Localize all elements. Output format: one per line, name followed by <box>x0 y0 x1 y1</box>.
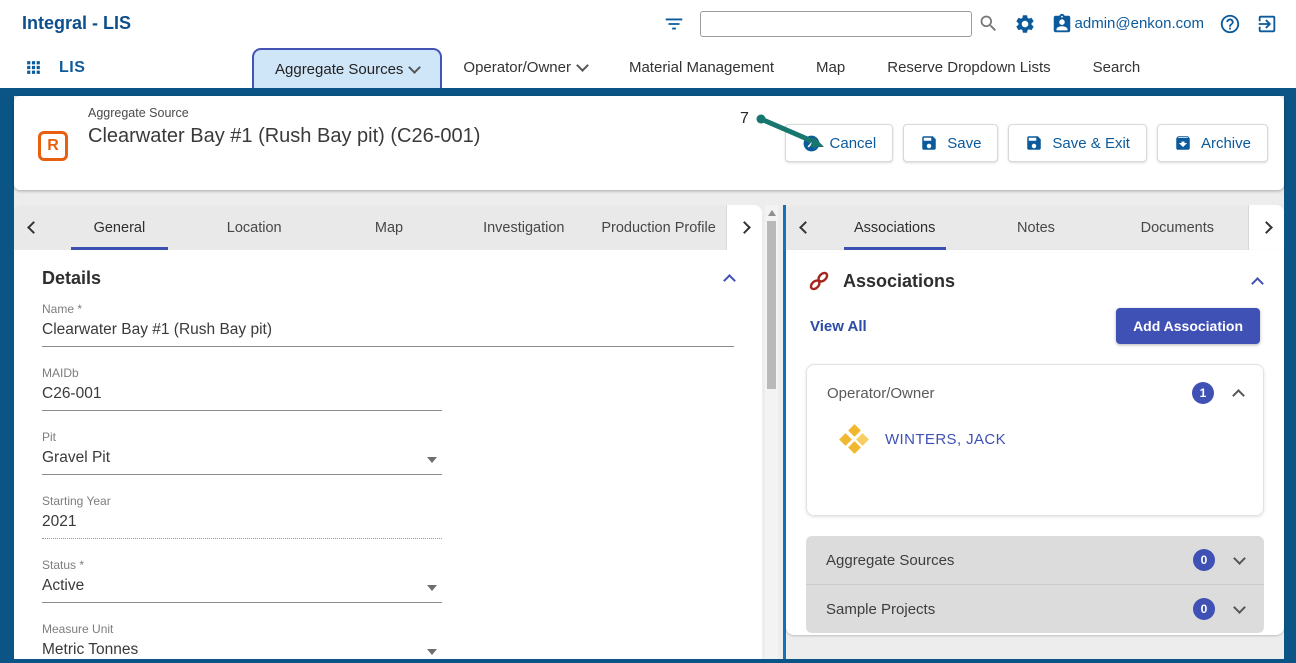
group-header[interactable]: Operator/Owner 1 <box>807 365 1263 414</box>
apps-grid-icon[interactable] <box>24 58 43 77</box>
chevron-down-icon[interactable] <box>1233 601 1246 614</box>
nav-tab-aggregate-sources[interactable]: Aggregate Sources <box>252 48 442 88</box>
tab-map[interactable]: Map <box>322 205 457 250</box>
dropdown-arrow-icon <box>427 585 437 591</box>
tab-general[interactable]: General <box>52 205 187 250</box>
maidb-field[interactable]: MAIDb C26-001 <box>42 366 442 411</box>
chevron-right-icon[interactable] <box>726 205 762 250</box>
aggregate-sources-group[interactable]: Aggregate Sources 0 <box>806 536 1264 584</box>
chevron-up-icon[interactable] <box>1232 389 1245 402</box>
annotation-number: 7 <box>740 110 749 128</box>
app-title: Integral - LIS <box>22 13 131 34</box>
chevron-right-icon[interactable] <box>1248 205 1284 250</box>
left-panel: General Location Map Investigation Produ… <box>14 205 762 659</box>
right-panel-tabs: Associations Notes Documents <box>786 205 1284 250</box>
name-field[interactable]: Name * Clearwater Bay #1 (Rush Bay pit) <box>42 302 734 347</box>
user-account[interactable]: admin@enkon.com <box>1051 13 1204 35</box>
chevron-down-icon <box>576 59 589 72</box>
filter-icon[interactable] <box>663 13 685 35</box>
chevron-left-icon[interactable] <box>786 205 824 250</box>
main-nav: LIS Aggregate Sources Operator/Owner Mat… <box>0 47 1296 88</box>
top-bar: Integral - LIS admin@enkon.com <box>0 0 1296 47</box>
nav-tab-search[interactable]: Search <box>1072 47 1162 88</box>
association-item[interactable]: WINTERS, JACK <box>807 414 1263 464</box>
user-email: admin@enkon.com <box>1075 15 1204 32</box>
record-title: Clearwater Bay #1 (Rush Bay pit) (C26-00… <box>88 123 480 150</box>
help-icon[interactable] <box>1219 13 1241 35</box>
user-badge-icon <box>1051 13 1073 35</box>
add-association-button[interactable]: Add Association <box>1116 308 1260 344</box>
right-panel: Associations Notes Documents <box>786 205 1284 659</box>
nav-tab-operator-owner[interactable]: Operator/Owner <box>442 47 608 88</box>
measure-unit-select[interactable]: Measure Unit Metric Tonnes <box>42 622 442 659</box>
chevron-down-icon[interactable] <box>1233 552 1246 565</box>
nav-tab-map[interactable]: Map <box>795 47 866 88</box>
association-item-link[interactable]: WINTERS, JACK <box>885 431 1006 448</box>
collapsed-groups: Aggregate Sources 0 Sample Projects 0 <box>806 536 1264 633</box>
search-icon[interactable] <box>978 13 999 34</box>
record-type-icon: R <box>38 131 68 161</box>
count-badge: 1 <box>1192 382 1214 404</box>
record-header: R Aggregate Source Clearwater Bay #1 (Ru… <box>14 96 1284 190</box>
dropdown-arrow-icon <box>427 457 437 463</box>
scrollbar-up-arrow[interactable] <box>768 210 776 216</box>
logout-icon[interactable] <box>1256 13 1278 35</box>
record-type-label: Aggregate Source <box>88 106 480 120</box>
nav-tab-reserve-dropdown-lists[interactable]: Reserve Dropdown Lists <box>866 47 1071 88</box>
count-badge: 0 <box>1193 598 1215 620</box>
chevron-left-icon[interactable] <box>14 205 52 250</box>
associations-card: Associations View All Add Association Op… <box>786 250 1284 635</box>
dropdown-arrow-icon <box>427 649 437 655</box>
operator-owner-group: Operator/Owner 1 WINTERS, JACK <box>806 364 1264 516</box>
count-badge: 0 <box>1193 549 1215 571</box>
save-and-exit-button[interactable]: Save & Exit <box>1008 124 1147 162</box>
chevron-down-icon <box>409 61 422 74</box>
content-frame: R Aggregate Source Clearwater Bay #1 (Ru… <box>0 88 1296 663</box>
archive-button[interactable]: Archive <box>1157 124 1268 162</box>
tab-production-profile[interactable]: Production Profile <box>591 205 726 250</box>
details-form: Details Name * Clearwater Bay #1 (Rush B… <box>14 250 762 659</box>
archive-icon <box>1174 134 1192 152</box>
tab-location[interactable]: Location <box>187 205 322 250</box>
save-icon <box>920 134 938 152</box>
tab-notes[interactable]: Notes <box>965 205 1106 250</box>
nav-app-label: LIS <box>59 59 85 77</box>
view-all-link[interactable]: View All <box>810 318 867 335</box>
left-panel-scrollbar[interactable] <box>765 205 778 659</box>
diamond-cluster-icon <box>841 426 867 452</box>
starting-year-field[interactable]: Starting Year 2021 <box>42 494 442 539</box>
save-icon <box>1025 134 1043 152</box>
collapse-section-icon[interactable] <box>723 274 736 287</box>
tab-investigation[interactable]: Investigation <box>456 205 591 250</box>
gear-icon[interactable] <box>1014 13 1036 35</box>
link-icon <box>808 270 830 292</box>
save-button[interactable]: Save <box>903 124 998 162</box>
status-select[interactable]: Status * Active <box>42 558 442 603</box>
tab-associations[interactable]: Associations <box>824 205 965 250</box>
sample-projects-group[interactable]: Sample Projects 0 <box>806 584 1264 633</box>
scrollbar-thumb[interactable] <box>767 221 776 389</box>
pit-select[interactable]: Pit Gravel Pit <box>42 430 442 475</box>
annotation-arrow: 7 <box>714 108 829 158</box>
collapse-section-icon[interactable] <box>1251 277 1264 290</box>
associations-section-title: Associations <box>843 271 955 292</box>
search-input[interactable] <box>700 11 972 37</box>
nav-tab-material-management[interactable]: Material Management <box>608 47 795 88</box>
details-section-title: Details <box>42 268 101 289</box>
tab-documents[interactable]: Documents <box>1107 205 1248 250</box>
left-panel-tabs: General Location Map Investigation Produ… <box>14 205 762 250</box>
